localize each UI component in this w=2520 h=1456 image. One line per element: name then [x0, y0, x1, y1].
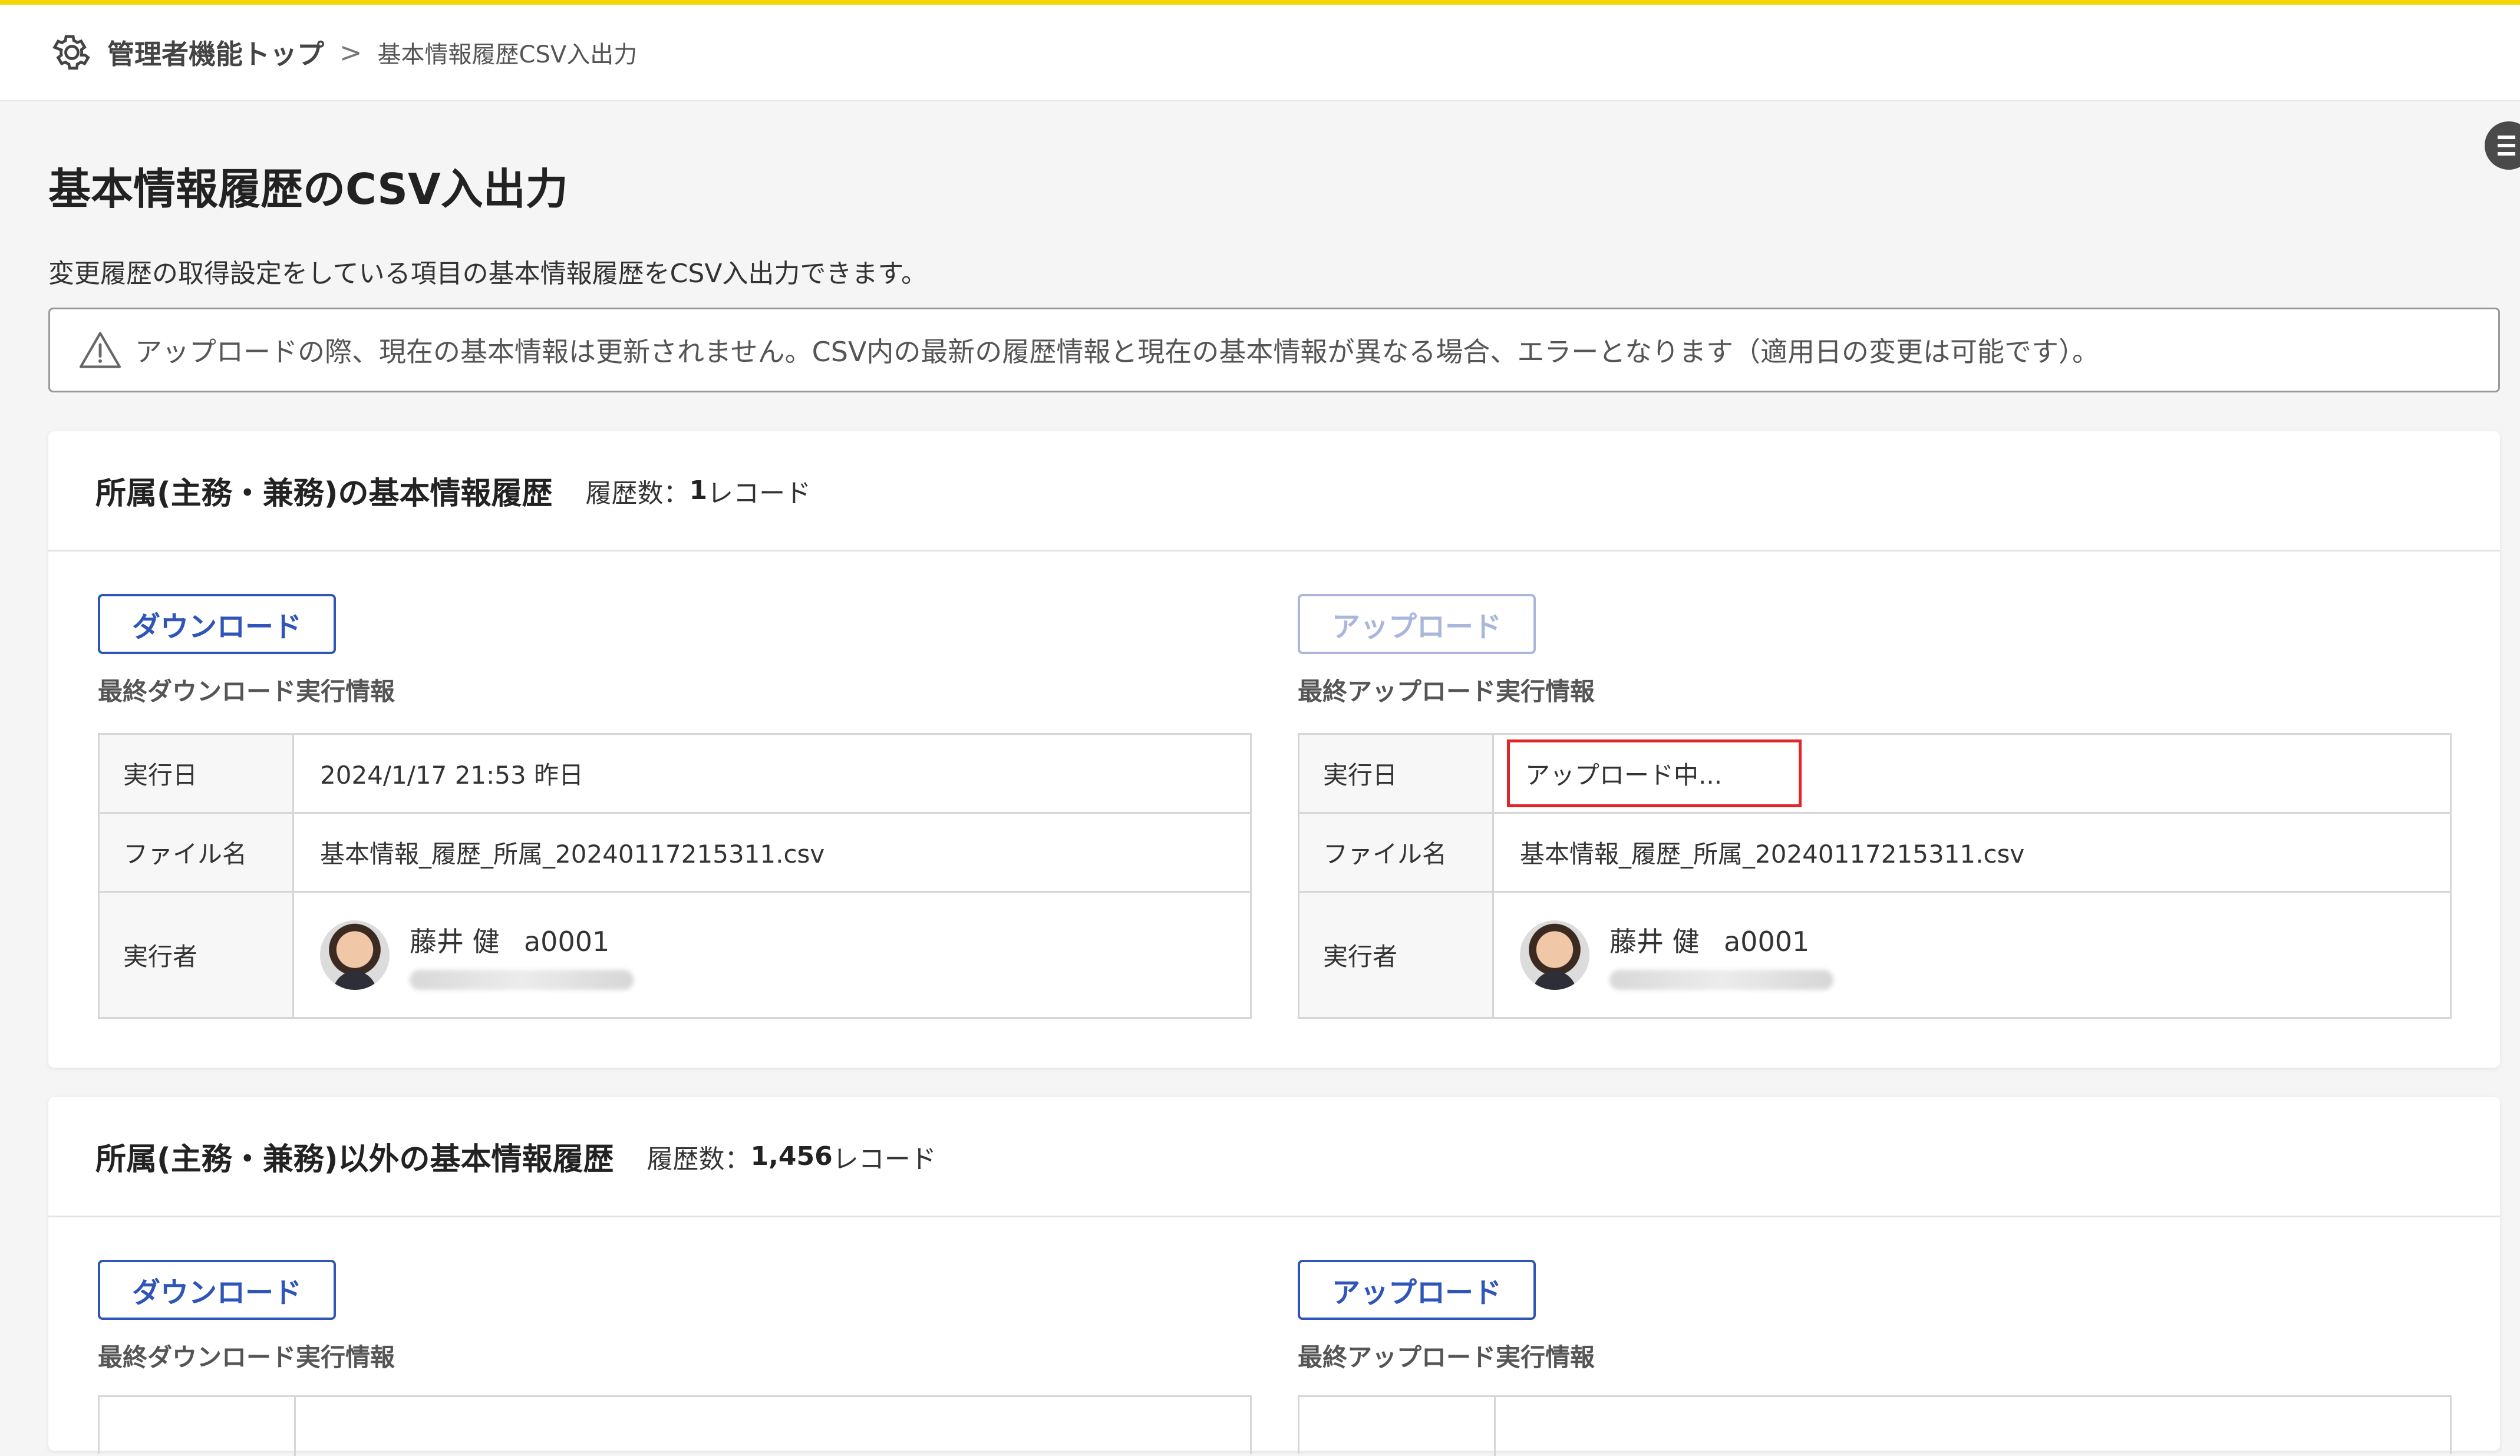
breadcrumb-separator: >: [339, 37, 362, 68]
section-title: 所属(主務・兼務)の基本情報履歴: [95, 476, 553, 511]
avatar: [320, 920, 390, 990]
menu-toggle-button[interactable]: [2485, 121, 2520, 170]
upload-button[interactable]: アップロード: [1298, 594, 1536, 654]
exec-date-key: 実行日: [1298, 733, 1494, 814]
upload-button[interactable]: アップロード: [1298, 1260, 1536, 1320]
section-header: 所属(主務・兼務)の基本情報履歴 履歴数： 1 レコード: [48, 431, 2500, 552]
user-id: a0001: [1723, 925, 1810, 958]
download-button[interactable]: ダウンロード: [98, 594, 337, 654]
executor-key: 実行者: [1298, 891, 1494, 1019]
page-title: 基本情報履歴のCSV入出力: [48, 164, 568, 214]
record-count-label: 履歴数：: [585, 478, 690, 509]
record-count-value: 1,456: [750, 1141, 833, 1171]
redacted-email: [1609, 969, 1833, 990]
notice-box: アップロードの際、現在の基本情報は更新されません。CSV内の最新の履歴情報と現在…: [48, 308, 2500, 392]
record-count-unit: レコード: [832, 1144, 936, 1174]
file-name-value: 基本情報_履歴_所属_20240117215311.csv: [292, 812, 1252, 893]
upload-info-table: 実行日 アップロード中... ファイル名 基本情報_履歴_所属_20240117…: [1298, 733, 2452, 1019]
gear-icon[interactable]: [51, 31, 93, 74]
download-button[interactable]: ダウンロード: [98, 1260, 337, 1320]
section-title: 所属(主務・兼務)以外の基本情報履歴: [95, 1142, 614, 1177]
page-header: 管理者機能トップ > 基本情報履歴CSV入出力: [0, 5, 2520, 101]
upload-info-table: [1298, 1395, 2452, 1456]
avatar: [1520, 920, 1589, 990]
download-info-table: [98, 1395, 1252, 1456]
top-accent-bar: [0, 0, 2520, 5]
breadcrumb-home-link[interactable]: 管理者機能トップ: [107, 33, 324, 72]
page-description: 変更履歴の取得設定をしている項目の基本情報履歴をCSV入出力できます。: [48, 259, 928, 289]
exec-date-value: アップロード中...: [1492, 733, 2452, 814]
record-count-label: 履歴数：: [647, 1144, 751, 1174]
last-upload-info-label: 最終アップロード実行情報: [1298, 677, 1595, 706]
executor-value: 藤井 健 a0001: [1492, 891, 2452, 1019]
record-count-unit: レコード: [707, 478, 812, 509]
user-info: 藤井 健 a0001: [320, 920, 1250, 990]
last-upload-info-label: 最終アップロード実行情報: [1298, 1343, 1595, 1372]
redacted-email: [410, 969, 634, 990]
last-download-info-label: 最終ダウンロード実行情報: [98, 1343, 395, 1372]
section-header: 所属(主務・兼務)以外の基本情報履歴 履歴数： 1,456 レコード: [48, 1097, 2500, 1217]
exec-date-key: 実行日: [98, 733, 294, 814]
file-name-value: 基本情報_履歴_所属_20240117215311.csv: [1492, 812, 2452, 893]
hamburger-icon: [2498, 144, 2515, 147]
record-count-value: 1: [689, 476, 708, 506]
section-non-affiliation-history: 所属(主務・兼務)以外の基本情報履歴 履歴数： 1,456 レコード ダウンロー…: [48, 1097, 2500, 1456]
section-affiliation-history: 所属(主務・兼務)の基本情報履歴 履歴数： 1 レコード ダウンロード 最終ダウ…: [48, 431, 2500, 1068]
last-download-info-label: 最終ダウンロード実行情報: [98, 677, 395, 706]
notice-text: アップロードの際、現在の基本情報は更新されません。CSV内の最新の履歴情報と現在…: [135, 336, 2100, 368]
executor-key: 実行者: [98, 891, 294, 1019]
executor-value: 藤井 健 a0001: [292, 891, 1252, 1019]
file-name-key: ファイル名: [98, 812, 294, 893]
file-name-key: ファイル名: [1298, 812, 1494, 893]
exec-date-value: 2024/1/17 21:53 昨日: [292, 733, 1252, 814]
user-info: 藤井 健 a0001: [1520, 920, 2450, 990]
download-info-table: 実行日 2024/1/17 21:53 昨日 ファイル名 基本情報_履歴_所属_…: [98, 733, 1252, 1019]
warning-icon: [79, 332, 121, 368]
user-name: 藤井 健: [1609, 925, 1700, 958]
user-id: a0001: [523, 925, 610, 958]
uploading-status: アップロード中...: [1507, 739, 1802, 807]
breadcrumb-current: 基本情報履歴CSV入出力: [377, 41, 638, 68]
user-name: 藤井 健: [410, 925, 500, 958]
